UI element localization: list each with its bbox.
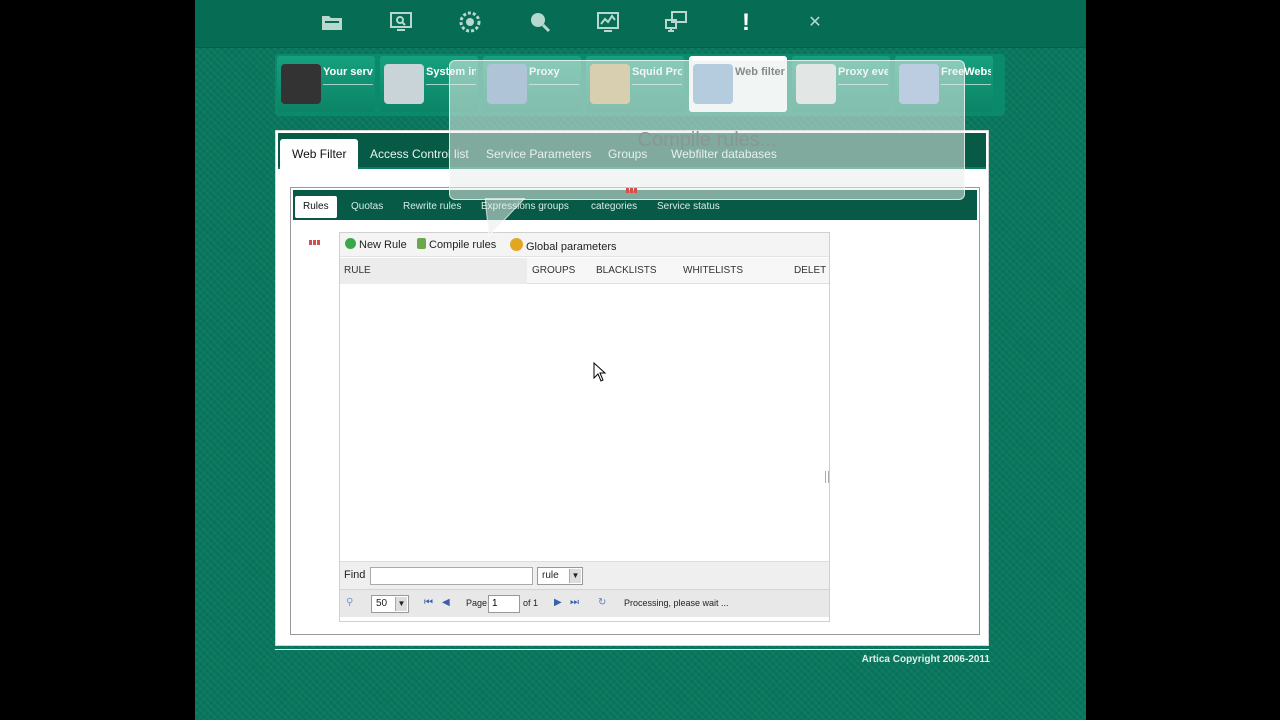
popup-loading-indicator [626, 180, 640, 193]
page-of-label: of 1 [523, 598, 539, 608]
grid-header: RULE GROUPS BLACKLISTS WHITELISTS DELET [340, 258, 829, 284]
compile-icon [417, 238, 426, 249]
find-field-value: rule [542, 570, 559, 581]
footer-divider [275, 649, 989, 650]
app-tile-0[interactable]: Your serv [277, 56, 375, 112]
top-toolbar: ! ✕ [195, 0, 1086, 48]
app-background: ! ✕ Your servSystem infProxySquid Proxy … [195, 0, 1086, 720]
compile-rules-button[interactable]: Compile rules [417, 238, 496, 251]
main-panel: Web FilterAccess Control listService Par… [275, 130, 989, 646]
previous-page-icon[interactable]: ◀ [442, 597, 450, 608]
column-rule[interactable]: RULE [340, 258, 527, 284]
close-icon[interactable]: ✕ [802, 10, 828, 36]
loading-indicator [309, 232, 323, 245]
grid-toolbar: New Rule Compile rules Global parameters [340, 233, 829, 257]
column-groups[interactable]: GROUPS [528, 258, 590, 284]
magnifier-icon[interactable]: ⚲ [346, 597, 353, 608]
compile-rules-popup-text: Compile rules... [637, 129, 777, 151]
app-tile-label: Your serv [323, 66, 373, 78]
find-field-select[interactable]: rule ▼ [537, 567, 583, 585]
copyright-text: Artica Copyright 2006-2011 [861, 654, 990, 665]
global-parameters-label: Global parameters [526, 241, 617, 253]
page-label: Page [466, 598, 488, 608]
chevron-down-icon: ▼ [395, 597, 407, 611]
rules-grid: New Rule Compile rules Global parameters… [339, 232, 830, 622]
page-input[interactable]: 1 [488, 595, 520, 613]
first-page-icon[interactable]: ⏮ [424, 597, 433, 608]
mouse-cursor-icon [593, 362, 607, 382]
sub-tab-0[interactable]: Rules [295, 196, 337, 218]
pager-bar: ⚲ 50 ▼ ⏮ ◀ Page 1 of 1 ▶ ⏭ ↻ Processing, … [340, 589, 829, 617]
rules-panel: Rules Quotas Rewrite rules Expressions grou… [290, 187, 980, 635]
compile-rules-popup: Compile rules... [449, 60, 965, 200]
chevron-down-icon: ▼ [569, 569, 581, 583]
gear-icon[interactable] [457, 10, 483, 36]
grid-body [340, 285, 829, 561]
monitor-search-icon[interactable] [388, 10, 414, 36]
find-bar: Find rule ▼ [340, 561, 829, 589]
last-page-icon[interactable]: ⏭ [570, 597, 579, 608]
grid-resize-handle[interactable] [825, 471, 829, 483]
find-input[interactable] [370, 567, 533, 585]
server-icon [281, 64, 321, 104]
global-parameters-button[interactable]: Global parameters [510, 238, 617, 253]
network-icon[interactable] [663, 10, 689, 36]
add-icon [345, 238, 356, 249]
system-icon [384, 64, 424, 104]
column-delete[interactable]: DELET [790, 258, 828, 284]
new-rule-button[interactable]: New Rule [345, 238, 407, 251]
page-size-value: 50 [376, 598, 388, 609]
folder-icon[interactable] [319, 10, 345, 36]
app-tile-divider [323, 84, 373, 85]
sub-tab-1[interactable]: Quotas [343, 196, 391, 218]
column-whitelists[interactable]: WHITELISTS [679, 258, 755, 284]
find-label: Find [344, 569, 366, 581]
popup-pointer [485, 198, 525, 238]
main-tab-0[interactable]: Web Filter [280, 139, 359, 169]
column-blacklists[interactable]: BLACKLISTS [592, 258, 677, 284]
page-size-select[interactable]: 50 ▼ [371, 595, 409, 613]
compile-rules-label: Compile rules [429, 239, 497, 251]
next-page-icon[interactable]: ▶ [554, 597, 562, 608]
column-blank[interactable] [756, 258, 790, 284]
new-rule-label: New Rule [359, 239, 407, 251]
processing-status: Processing, please wait ... [624, 598, 729, 608]
refresh-icon[interactable]: ↻ [598, 597, 606, 608]
chart-icon[interactable] [595, 10, 621, 36]
alert-icon[interactable]: ! [733, 10, 759, 36]
gear-settings-icon [510, 238, 523, 251]
search-icon[interactable] [527, 10, 553, 36]
